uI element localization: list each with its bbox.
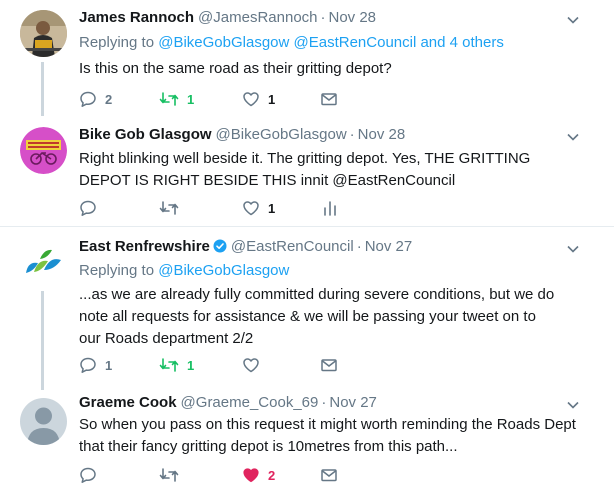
- retweet-icon: [159, 468, 179, 482]
- retweet-icon: [159, 92, 179, 106]
- user-handle[interactable]: @EastRenCouncil: [231, 238, 354, 255]
- tweet-actions: 1 1: [79, 355, 379, 375]
- tweet-header: James Rannoch @JamesRannoch · Nov 28: [79, 8, 376, 28]
- bar-chart-icon: [324, 201, 336, 216]
- separator-dot: ·: [349, 126, 355, 143]
- tweet[interactable]: Graeme Cook @Graeme_Cook_69 · Nov 27 So whe…: [0, 390, 614, 499]
- replying-to-label: Replying to: [79, 34, 159, 51]
- user-handle[interactable]: @JamesRannoch: [198, 9, 317, 26]
- chevron-down-icon[interactable]: [566, 242, 580, 256]
- thread-line: [41, 62, 44, 116]
- tweet-header: Bike Gob Glasgow @BikeGobGlasgow · Nov 28: [79, 125, 405, 145]
- timestamp[interactable]: Nov 27: [329, 394, 377, 411]
- tweet[interactable]: East Renfrewshire @EastRenCouncil · Nov 27 …: [0, 227, 614, 390]
- display-name[interactable]: Bike Gob Glasgow: [79, 126, 212, 143]
- timestamp[interactable]: Nov 28: [358, 126, 406, 143]
- reply-icon: [80, 91, 96, 107]
- timestamp[interactable]: Nov 28: [329, 9, 377, 26]
- reply-button[interactable]: 1: [79, 355, 112, 375]
- separator-dot: ·: [320, 9, 326, 26]
- tweet-header: East Renfrewshire @EastRenCouncil · Nov 27: [79, 237, 412, 259]
- replying-to-users[interactable]: @BikeGobGlasgow: [158, 262, 289, 279]
- tweet[interactable]: Bike Gob Glasgow @BikeGobGlasgow · Nov 28 R…: [0, 116, 614, 226]
- display-name[interactable]: James Rannoch: [79, 9, 194, 26]
- heart-icon: [243, 201, 259, 216]
- tweet-text: ...as we are already fully committed dur…: [79, 286, 555, 347]
- replying-to-users[interactable]: @BikeGobGlasgow @EastRenCouncil: [158, 34, 416, 51]
- retweet-button[interactable]: 1: [159, 89, 194, 109]
- chevron-down-icon[interactable]: [566, 130, 580, 144]
- like-count: 1: [268, 200, 276, 216]
- tweet-actions: 2 1 1: [79, 89, 379, 109]
- avatar[interactable]: [20, 10, 67, 57]
- direct-message-button[interactable]: [320, 355, 338, 375]
- replying-to-others[interactable]: and 4 others: [416, 34, 503, 51]
- replying-to-label: Replying to: [79, 262, 159, 279]
- avatar[interactable]: [20, 398, 67, 445]
- tweet-actions: 2: [79, 465, 379, 485]
- user-handle[interactable]: @Graeme_Cook_69: [181, 394, 319, 411]
- retweet-icon: [159, 201, 179, 215]
- display-name[interactable]: Graeme Cook: [79, 394, 177, 411]
- like-button[interactable]: 1: [242, 198, 275, 218]
- verified-badge-icon: [213, 239, 227, 259]
- thread-line: [41, 291, 44, 390]
- replying-to: Replying to @BikeGobGlasgow: [79, 261, 289, 281]
- retweet-icon: [159, 358, 179, 372]
- tweet-text: So when you pass on this request it migh…: [79, 416, 576, 455]
- retweet-count: 1: [187, 357, 195, 373]
- heart-icon: [243, 358, 259, 373]
- reply-count: 1: [105, 357, 113, 373]
- retweet-count: 1: [187, 91, 195, 107]
- avatar[interactable]: [20, 127, 67, 174]
- separator-dot: ·: [356, 238, 362, 255]
- avatar[interactable]: [20, 239, 67, 286]
- chevron-down-icon[interactable]: [566, 398, 580, 412]
- timestamp[interactable]: Nov 27: [365, 238, 413, 255]
- reply-button[interactable]: [79, 465, 97, 485]
- like-button[interactable]: [242, 355, 260, 375]
- direct-message-button[interactable]: [320, 465, 338, 485]
- envelope-icon: [321, 359, 337, 372]
- envelope-icon: [321, 93, 337, 106]
- heart-icon: [243, 92, 259, 107]
- like-count: 1: [268, 91, 276, 107]
- heart-filled-icon: [243, 468, 259, 483]
- tweet[interactable]: James Rannoch @JamesRannoch · Nov 28 Replyi…: [0, 0, 614, 116]
- direct-message-button[interactable]: [320, 89, 338, 109]
- envelope-icon: [321, 469, 337, 482]
- display-name[interactable]: East Renfrewshire: [79, 238, 210, 255]
- like-button[interactable]: 2: [242, 465, 275, 485]
- reply-icon: [80, 357, 96, 373]
- reply-button[interactable]: 2: [79, 89, 112, 109]
- reply-icon: [80, 200, 96, 216]
- reply-count: 2: [105, 91, 113, 107]
- like-button[interactable]: 1: [242, 89, 275, 109]
- separator-dot: ·: [321, 394, 327, 411]
- tweet-actions: 1: [79, 198, 379, 218]
- analytics-button[interactable]: [322, 198, 338, 218]
- tweet-text: Right blinking well beside it. The gritt…: [79, 150, 531, 189]
- user-handle[interactable]: @BikeGobGlasgow: [216, 126, 347, 143]
- retweet-button[interactable]: [159, 465, 179, 485]
- reply-button[interactable]: [79, 198, 97, 218]
- like-count: 2: [268, 467, 276, 483]
- retweet-button[interactable]: 1: [159, 355, 194, 375]
- chevron-down-icon[interactable]: [566, 13, 580, 27]
- tweet-text: Is this on the same road as their gritti…: [79, 60, 392, 77]
- replying-to: Replying to @BikeGobGlasgow @EastRenCoun…: [79, 33, 504, 53]
- retweet-button[interactable]: [159, 198, 179, 218]
- tweet-header: Graeme Cook @Graeme_Cook_69 · Nov 27: [79, 393, 377, 413]
- reply-icon: [80, 467, 96, 483]
